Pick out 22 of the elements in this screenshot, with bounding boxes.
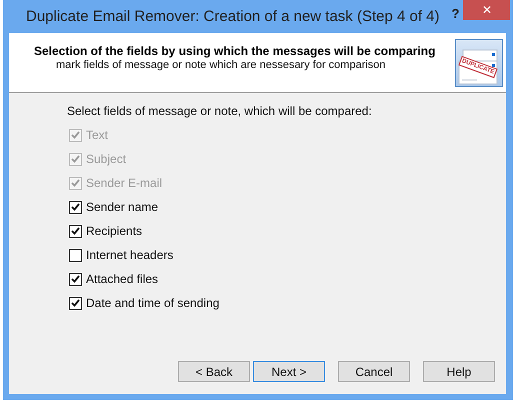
step-title: Selection of the fields by using which the messages will be comparing [34,44,436,58]
close-button[interactable]: ✕ [463,0,510,20]
field-checkbox[interactable]: Attached files [69,271,158,287]
check-icon [71,275,80,283]
field-checkbox[interactable]: Sender name [69,199,158,215]
check-icon [71,203,80,211]
field-checkbox[interactable]: Recipients [69,223,142,239]
step-subtitle: mark fields of message or note which are nessesary for comparison [56,59,387,71]
check-icon [71,179,80,187]
field-checkbox[interactable]: Internet headers [69,247,174,263]
dialog-button[interactable]: Help [423,361,495,382]
field-checkbox[interactable]: Date and time of sending [69,295,220,311]
instruction-text: Select fields of message or note, which will be compared: [67,104,373,118]
check-icon [71,299,80,307]
dialog-button[interactable]: < Back [178,361,250,382]
dialog-button[interactable]: Cancel [338,361,410,382]
dialog-button[interactable]: Next > [253,361,325,382]
window-title: Duplicate Email Remover: Creation of a new task (Step 4 of 4) [26,8,440,25]
help-button[interactable]: ? [448,6,464,21]
check-icon [71,227,80,235]
check-icon [71,131,80,139]
check-icon [71,155,80,163]
